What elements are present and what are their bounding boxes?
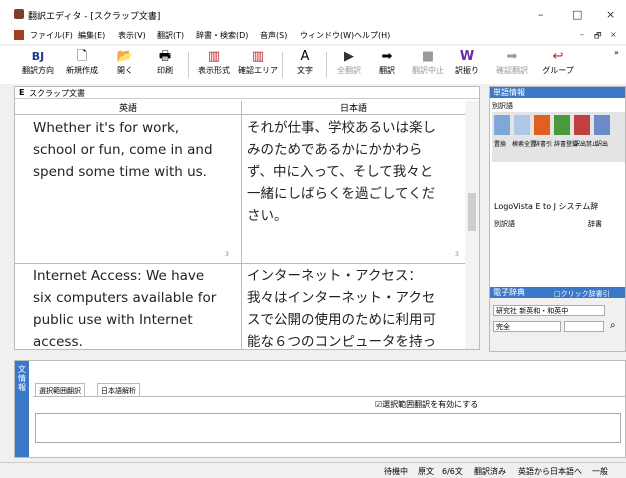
match-mode-select[interactable]: 完全 bbox=[493, 321, 561, 332]
dictionary-column: 辞書 bbox=[588, 220, 602, 228]
doc-tab-label: スクラップ文書 bbox=[29, 89, 85, 98]
mdi-restore-button[interactable]: 🗗 bbox=[594, 30, 602, 44]
translation-editor: E スクラップ文書 英語 日本語 Whether it's for work, s… bbox=[14, 86, 480, 350]
check-area-button[interactable]: ▥ 確認エリア bbox=[238, 48, 278, 82]
folder-icon: 📂 bbox=[116, 49, 134, 64]
toolbar-divider bbox=[326, 52, 327, 78]
word-split-icon: W bbox=[459, 49, 475, 64]
segment-number: 3 bbox=[225, 251, 229, 258]
tab-divider bbox=[33, 396, 625, 397]
close-button[interactable]: × bbox=[606, 8, 615, 21]
output-icon[interactable] bbox=[594, 115, 610, 135]
new-button[interactable]: 🗋 新規作成 bbox=[64, 48, 100, 82]
english-segment-1[interactable]: Whether it's for work, school or fun, com… bbox=[33, 117, 213, 183]
mdi-close-button[interactable]: × bbox=[610, 30, 617, 39]
word-info-panel: 単語情報 別訳語 置換 検索全置 辞書引 辞書登録 訳出禁止 訳出 LogoVi… bbox=[489, 86, 626, 352]
new-file-icon: 🗋 bbox=[76, 49, 88, 64]
doc-icon bbox=[14, 30, 24, 40]
translate-icon: ➡ bbox=[381, 49, 393, 64]
english-column-header: 英語 bbox=[15, 101, 241, 115]
window-title: 翻訳エディタ - [スクラップ文書] bbox=[28, 12, 161, 22]
toolbar-divider bbox=[188, 52, 189, 78]
tab-japanese-analysis[interactable]: 日本語解析 bbox=[97, 383, 140, 396]
segment-number: 3 bbox=[455, 251, 459, 258]
word-split-button[interactable]: W 訳振り bbox=[452, 48, 482, 82]
title-bar: 翻訳エディタ - [スクラップ文書] – □ × bbox=[0, 0, 626, 28]
binoculars-icon[interactable]: ⌕ bbox=[610, 320, 616, 331]
stop-icon: ■ bbox=[421, 49, 435, 64]
app-icon bbox=[14, 9, 24, 19]
menu-view[interactable]: 表示(V) bbox=[118, 30, 146, 41]
translate-button[interactable]: ➡ 翻訳 bbox=[372, 48, 402, 82]
document-tab[interactable]: E スクラップ文書 bbox=[15, 87, 479, 99]
segment-grid: Whether it's for work, school or fun, com… bbox=[15, 115, 465, 350]
ban-icon[interactable] bbox=[574, 115, 590, 135]
sentence-info-label: 文情報 bbox=[15, 361, 29, 457]
menu-translate[interactable]: 翻訳(T) bbox=[157, 30, 184, 41]
window: 翻訳エディタ - [スクラップ文書] – □ × ファイル(F) 編集(E) 表… bbox=[0, 0, 626, 478]
translate-all-button[interactable]: ▶ 全翻訳 bbox=[332, 48, 366, 82]
font-button[interactable]: A 文字 bbox=[290, 48, 320, 82]
toolbar: BJ 翻訳方向 🗋 新規作成 📂 開く 🖶 印刷 ▥ 表示形式 ▥ 確認エリア A 文字 ▶ 全… bbox=[0, 46, 626, 84]
japanese-segment-2[interactable]: インターネット・アクセス： 我々はインターネット・アクセ スで公開の使用のために利用… bbox=[247, 265, 436, 353]
scroll-thumb[interactable] bbox=[468, 193, 476, 231]
group-icon: ↩ bbox=[552, 49, 564, 64]
mdi-minimize-button[interactable]: – bbox=[580, 30, 584, 39]
layout-icon: ▥ bbox=[207, 49, 221, 64]
open-button[interactable]: 📂 開く bbox=[110, 48, 140, 82]
maximize-button[interactable]: □ bbox=[572, 8, 582, 21]
print-button[interactable]: 🖶 印刷 bbox=[150, 48, 180, 82]
lookup-input[interactable] bbox=[564, 321, 604, 332]
replace-icon[interactable] bbox=[494, 115, 510, 135]
system-dictionary-label: LogoVista E to J システム辞 bbox=[494, 202, 599, 211]
dictionary-select[interactable]: 研究社 新英和・和英中 bbox=[493, 305, 605, 316]
group-button[interactable]: ↩ グループ bbox=[538, 48, 578, 82]
menu-dictionary[interactable]: 辞書・検索(D) bbox=[196, 30, 248, 41]
japanese-segment-1[interactable]: それが仕事、学校あるいは楽し みのためであるかにかかわら ず、中に入って、そして我々… bbox=[247, 117, 436, 227]
menu-file[interactable]: ファイル(F) bbox=[30, 30, 73, 41]
word-tools: 置換 検索全置 辞書引 辞書登録 訳出禁止 訳出 bbox=[492, 112, 625, 162]
toolbar-divider bbox=[282, 52, 283, 78]
e-dictionary-section: 電子辞典 □クリック辞書引 研究社 新英和・和英中 完全 ⌕ bbox=[490, 287, 625, 351]
english-segment-2[interactable]: Internet Access: We have six computers av… bbox=[33, 265, 216, 353]
play-icon: ▶ bbox=[344, 49, 354, 64]
stop-translate-button[interactable]: ■ 翻訳中止 bbox=[408, 48, 448, 82]
confirm-icon: ➡ bbox=[506, 49, 518, 64]
status-bar: 待機中 原文 6/6文 翻訳済み 英語から日本語へ 一般 bbox=[0, 462, 626, 478]
direction-button[interactable]: BJ 翻訳方向 bbox=[16, 48, 60, 82]
toolbar-overflow-button[interactable]: » bbox=[614, 48, 619, 57]
enable-selection-checkbox[interactable]: ☑選択範囲翻訳を有効にする bbox=[375, 399, 478, 410]
word-info-header: 単語情報 bbox=[490, 87, 625, 98]
direction-icon: BJ bbox=[31, 50, 45, 63]
area-icon: ▥ bbox=[251, 49, 265, 64]
doc-mark: E bbox=[19, 88, 25, 97]
japanese-column-header: 日本語 bbox=[242, 101, 465, 115]
search-icon[interactable] bbox=[514, 115, 530, 135]
menu-bar: ファイル(F) 編集(E) 表示(V) 翻訳(T) 辞書・検索(D) 音声(S)… bbox=[0, 28, 626, 44]
tab-selection-translate[interactable]: 選択範囲翻訳 bbox=[35, 383, 85, 396]
segment-divider bbox=[15, 263, 465, 264]
click-lookup-checkbox[interactable]: □クリック辞書引 bbox=[554, 289, 610, 299]
font-icon: A bbox=[300, 49, 310, 64]
sentence-info-pane: 文情報 選択範囲翻訳 日本語解析 ☑選択範囲翻訳を有効にする bbox=[14, 360, 626, 458]
menu-window[interactable]: ウィンドウ(W) bbox=[300, 30, 354, 41]
dictionary-icon[interactable] bbox=[534, 115, 550, 135]
minimize-button[interactable]: – bbox=[538, 8, 544, 21]
register-icon[interactable] bbox=[554, 115, 570, 135]
menu-help[interactable]: ヘルプ(H) bbox=[354, 30, 390, 41]
alt-translation-label: 別訳語 bbox=[492, 102, 513, 110]
vertical-scrollbar[interactable] bbox=[465, 101, 479, 349]
menu-edit[interactable]: 編集(E) bbox=[78, 30, 105, 41]
printer-icon: 🖶 bbox=[158, 49, 172, 64]
alt-translation-column: 別訳語 bbox=[494, 220, 515, 228]
selection-text-area[interactable] bbox=[35, 413, 621, 443]
menu-voice[interactable]: 音声(S) bbox=[260, 30, 287, 41]
display-format-button[interactable]: ▥ 表示形式 bbox=[194, 48, 234, 82]
confirm-translate-button[interactable]: ➡ 確認翻訳 bbox=[492, 48, 532, 82]
